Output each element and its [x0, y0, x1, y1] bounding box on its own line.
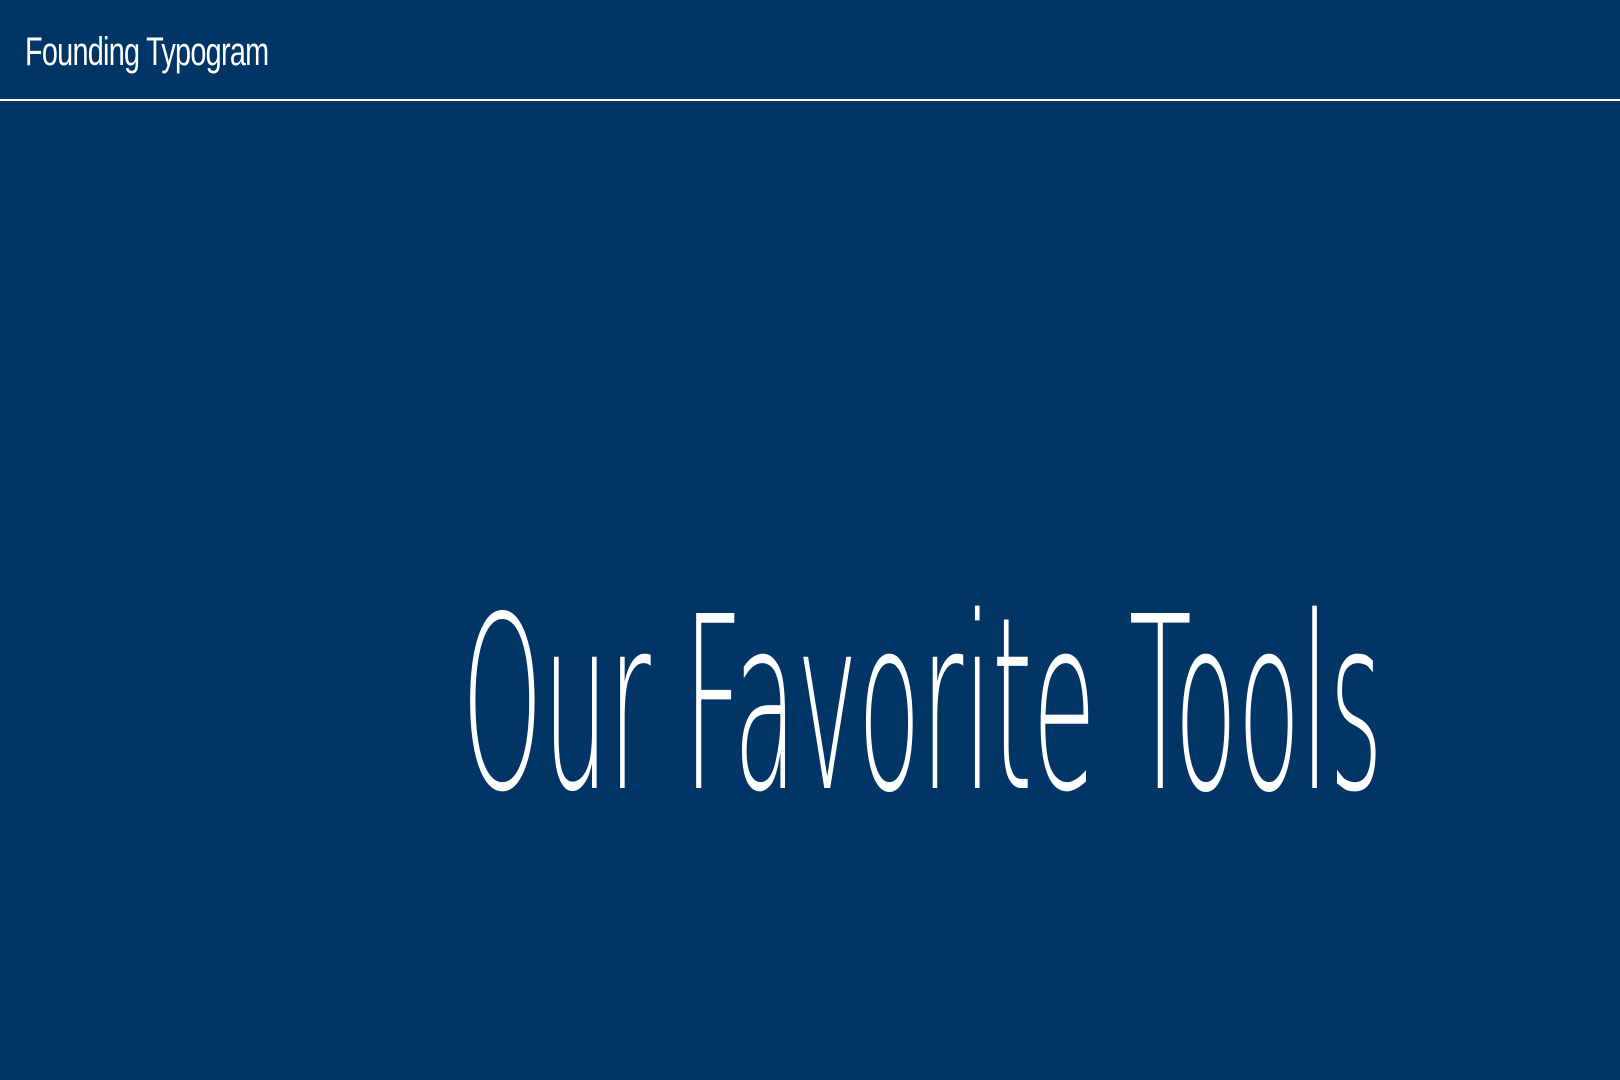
page-title: Our Favorite Tools	[461, 564, 1383, 845]
site-header: Founding Typogram	[0, 0, 1620, 101]
hero-section: Our Favorite Tools	[0, 101, 1620, 1080]
brand-logo-text[interactable]: Founding Typogram	[25, 24, 269, 80]
